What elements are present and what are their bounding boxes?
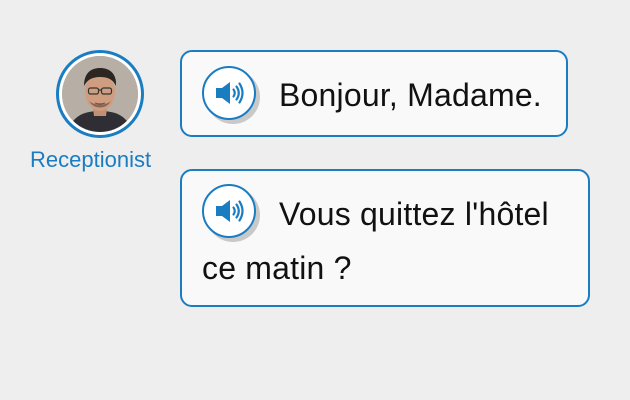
play-audio-button[interactable]	[202, 66, 260, 124]
speaker-name: Receptionist	[30, 147, 152, 172]
dialogue-text: Bonjour, Madame.	[279, 77, 542, 113]
dialogue-text: Vous quittez l'hôtel ce matin ?	[202, 196, 549, 286]
speaker-icon	[216, 82, 244, 104]
speaker-avatar	[56, 50, 144, 138]
dialogue-bubble: Bonjour, Madame.	[180, 50, 568, 137]
dialogue-bubble: Vous quittez l'hôtel ce matin ?	[180, 169, 590, 307]
person-portrait-icon	[62, 56, 138, 132]
